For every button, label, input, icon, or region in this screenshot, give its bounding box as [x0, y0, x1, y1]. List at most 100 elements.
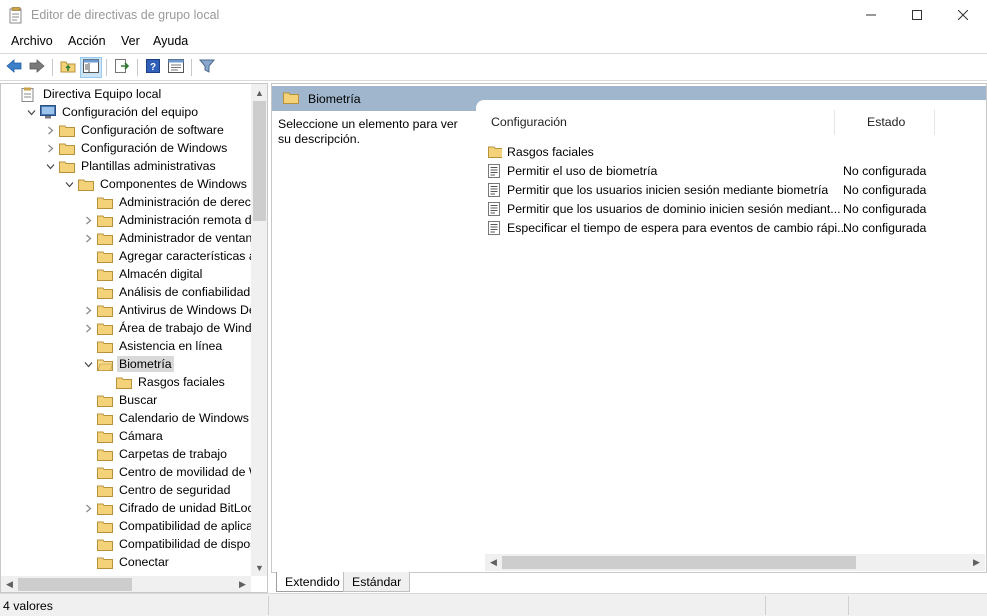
show-hide-tree-button[interactable] — [80, 57, 102, 78]
menu-ayuda[interactable]: Ayuda — [153, 34, 188, 48]
chevron-right-icon[interactable] — [82, 499, 94, 517]
back-arrow-icon — [6, 59, 22, 76]
status-bar: 4 valores — [0, 593, 987, 616]
tree-item[interactable]: Componentes de Windows — [63, 175, 249, 193]
properties-button[interactable] — [165, 57, 187, 78]
tree-item[interactable]: Cámara — [82, 427, 165, 445]
scroll-left-arrow-icon[interactable]: ◀ — [1, 576, 18, 592]
tab-extendido[interactable]: Extendido — [276, 572, 349, 592]
minimize-button[interactable] — [848, 0, 894, 31]
tree-item[interactable]: Carpetas de trabajo — [82, 445, 229, 463]
chevron-down-icon[interactable] — [63, 175, 75, 193]
status-divider — [848, 596, 849, 615]
chevron-right-icon[interactable] — [82, 301, 94, 319]
scroll-up-arrow-icon[interactable]: ▲ — [251, 84, 267, 101]
scroll-down-arrow-icon[interactable]: ▼ — [251, 559, 267, 576]
expander-placeholder — [82, 193, 94, 211]
tree-horizontal-scrollbar[interactable]: ◀ ▶ — [1, 576, 251, 592]
tree-vertical-scroll-thumb[interactable] — [253, 101, 266, 221]
menu-ver[interactable]: Ver — [121, 34, 140, 48]
column-divider[interactable] — [834, 110, 835, 135]
forward-button[interactable] — [26, 57, 48, 78]
tree-item[interactable]: Biometría — [82, 355, 174, 373]
expander-placeholder — [101, 373, 113, 391]
tree-item[interactable]: Configuración del equipo — [25, 103, 200, 121]
menu-accion[interactable]: Acción — [68, 34, 106, 48]
list-item-policy[interactable]: Permitir que los usuarios de dominio ini… — [488, 199, 978, 218]
column-header-state[interactable]: Estado — [867, 115, 905, 139]
chevron-down-icon[interactable] — [25, 103, 37, 121]
status-text: 4 valores — [3, 599, 53, 613]
tree-item[interactable]: Antivirus de Windows Defer — [82, 301, 267, 319]
filter-icon — [198, 59, 216, 76]
folder-icon — [59, 159, 75, 173]
column-divider[interactable] — [934, 110, 935, 135]
list-item-name: Permitir que los usuarios de dominio ini… — [507, 201, 841, 216]
scroll-right-arrow-icon[interactable]: ▶ — [234, 576, 251, 592]
chevron-down-icon[interactable] — [44, 157, 56, 175]
tree-item[interactable]: Administración de derechos — [82, 193, 268, 211]
tree-item[interactable]: Agregar características a Wi — [82, 247, 267, 265]
tree-item[interactable]: Compatibilidad de dispositiv — [82, 535, 268, 553]
tree-item[interactable]: Buscar — [82, 391, 159, 409]
tree-item[interactable]: Área de trabajo de Windows — [82, 319, 267, 337]
list-item-policy[interactable]: Permitir que los usuarios inicien sesión… — [488, 180, 978, 199]
policy-setting-icon — [488, 182, 502, 197]
tree-item[interactable]: Centro de seguridad — [82, 481, 232, 499]
folder-icon — [97, 465, 113, 479]
tree-item-label: Configuración de software — [81, 123, 224, 137]
chevron-right-icon[interactable] — [82, 319, 94, 337]
tree-item[interactable]: Calendario de Windows — [82, 409, 251, 427]
maximize-button[interactable] — [894, 0, 940, 31]
tree-item-label: Cámara — [119, 429, 163, 443]
tree-item[interactable]: Configuración de Windows — [44, 139, 229, 157]
tree-item[interactable]: Administración remota de W — [82, 211, 268, 229]
tree-item[interactable]: Análisis de confiabilidad de — [82, 283, 267, 301]
close-button[interactable] — [940, 0, 986, 31]
tree-item-label: Compatibilidad de dispositiv — [119, 537, 268, 551]
export-list-button[interactable] — [111, 57, 133, 78]
chevron-right-icon[interactable] — [82, 211, 94, 229]
expander-placeholder — [82, 481, 94, 499]
menu-archivo[interactable]: Archivo — [11, 34, 53, 48]
chevron-right-icon[interactable] — [82, 229, 94, 247]
back-button[interactable] — [3, 57, 25, 78]
chevron-right-icon[interactable] — [44, 121, 56, 139]
help-button[interactable]: ? — [142, 57, 164, 78]
list-item-policy[interactable]: Especificar el tiempo de espera para eve… — [488, 218, 978, 237]
expander-placeholder — [82, 427, 94, 445]
scroll-left-arrow-icon[interactable]: ◀ — [485, 554, 502, 571]
list-item-state: No configurada — [843, 201, 927, 216]
up-one-level-button[interactable] — [57, 57, 79, 78]
tree-item[interactable]: Configuración de software — [44, 121, 226, 139]
tree-item[interactable]: Asistencia en línea — [82, 337, 224, 355]
tree-item[interactable]: Administrador de ventanas — [82, 229, 267, 247]
folder-icon — [97, 267, 113, 281]
properties-icon — [168, 59, 184, 76]
tree-item[interactable]: Cifrado de unidad BitLocker — [82, 499, 267, 517]
list-item-folder[interactable]: Rasgos faciales — [488, 142, 978, 161]
tree-item[interactable]: Rasgos faciales — [101, 373, 227, 391]
tree-vertical-scrollbar[interactable]: ▲ ▼ — [251, 84, 267, 576]
chevron-right-icon[interactable] — [44, 139, 56, 157]
policy-setting-icon — [488, 220, 502, 235]
scroll-right-arrow-icon[interactable]: ▶ — [968, 554, 985, 571]
tree-item-label: Administración remota de W — [119, 213, 268, 227]
tree-item[interactable]: Compatibilidad de aplicacio — [82, 517, 267, 535]
column-header-setting[interactable]: Configuración — [491, 115, 567, 139]
chevron-down-icon[interactable] — [82, 355, 94, 373]
tree-item[interactable]: Centro de movilidad de Win — [82, 463, 267, 481]
tree-item[interactable]: Almacén digital — [82, 265, 204, 283]
tab-estandar[interactable]: Estándar — [343, 572, 411, 592]
tree-item[interactable]: Plantillas administrativas — [44, 157, 218, 175]
tree-item[interactable]: Conectar — [82, 553, 171, 571]
filter-button[interactable] — [196, 57, 218, 78]
settings-list[interactable]: Configuración Estado Rasgos faciales Perm… — [476, 100, 986, 570]
list-item-policy[interactable]: Permitir el uso de biometría No configura… — [488, 161, 978, 180]
navigation-tree[interactable]: Directiva Equipo local Configuración del … — [0, 83, 268, 593]
list-horizontal-scroll-thumb[interactable] — [502, 556, 856, 569]
tree-horizontal-scroll-thumb[interactable] — [18, 578, 132, 591]
tree-item[interactable]: Directiva Equipo local — [6, 85, 163, 103]
tree-item-label: Administración de derechos — [119, 195, 268, 209]
list-horizontal-scrollbar[interactable]: ◀ ▶ — [485, 554, 985, 571]
